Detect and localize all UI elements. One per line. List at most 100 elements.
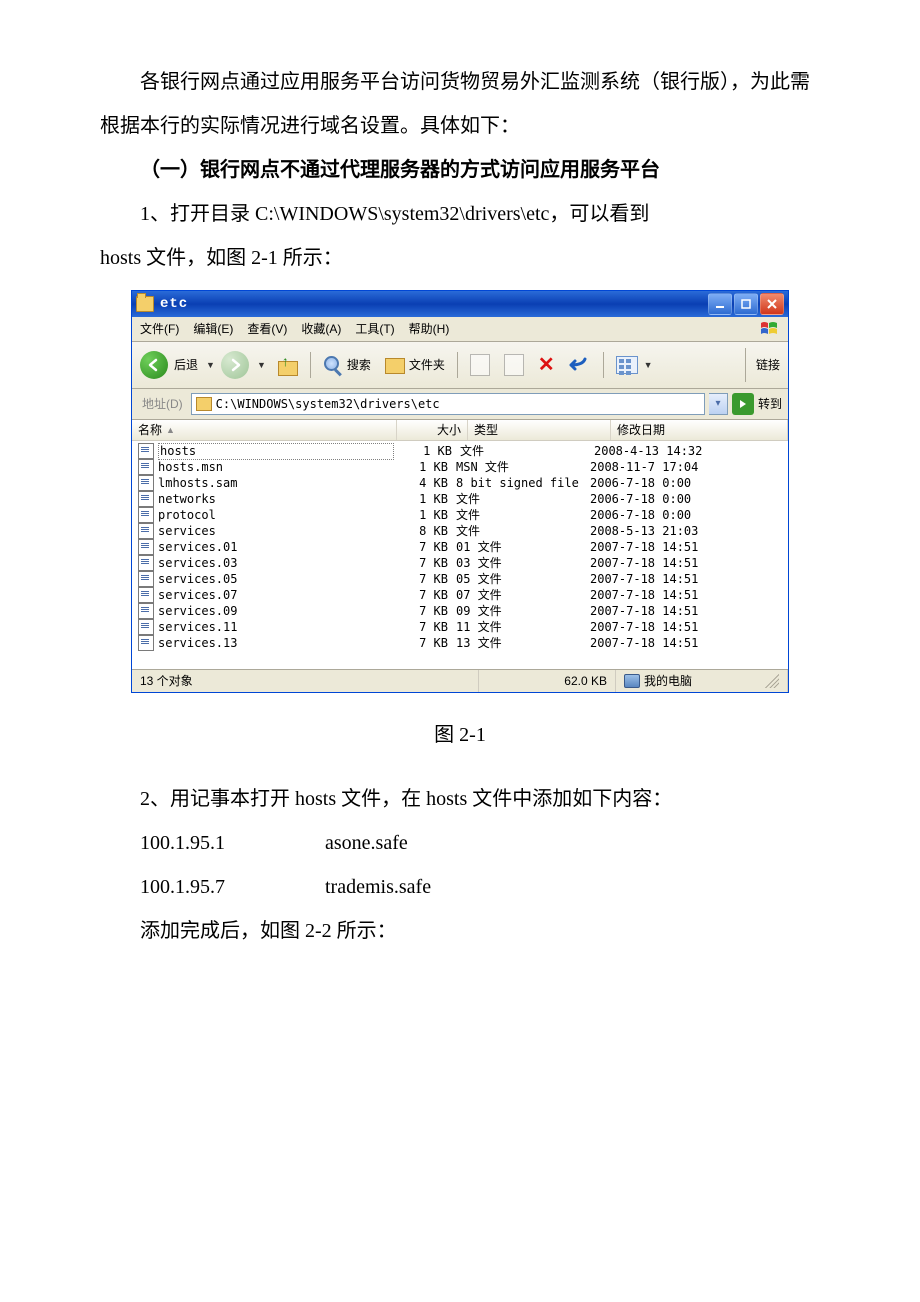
- file-row[interactable]: networks1 KB文件2006-7-18 0:00: [132, 491, 788, 507]
- go-label[interactable]: 转到: [758, 397, 782, 411]
- header-type[interactable]: 类型: [468, 420, 611, 440]
- file-row[interactable]: services.037 KB03 文件2007-7-18 14:51: [132, 555, 788, 571]
- file-type: 01 文件: [448, 540, 586, 554]
- menu-view[interactable]: 查看(V): [247, 322, 287, 336]
- file-type: 文件: [448, 492, 586, 506]
- file-row[interactable]: services.057 KB05 文件2007-7-18 14:51: [132, 571, 788, 587]
- path-text: C:\WINDOWS\system32\drivers\etc: [255, 203, 549, 225]
- file-icon: [138, 603, 154, 619]
- file-icon: [138, 443, 154, 459]
- file-row[interactable]: hosts1 KB文件2008-4-13 14:32: [132, 443, 788, 459]
- menu-edit[interactable]: 编辑(E): [193, 322, 233, 336]
- links-label[interactable]: 链接: [745, 348, 780, 382]
- resize-grip[interactable]: [765, 674, 779, 688]
- file-size: 1 KB: [390, 492, 448, 506]
- file-size: 7 KB: [390, 604, 448, 618]
- delete-button[interactable]: ✕: [534, 351, 559, 379]
- up-folder-icon: ↑: [276, 354, 298, 376]
- file-name: services.05: [158, 572, 390, 586]
- maximize-button[interactable]: [734, 293, 758, 315]
- file-name: hosts.msn: [158, 460, 390, 474]
- computer-icon: [624, 674, 640, 688]
- go-button[interactable]: [732, 393, 754, 415]
- minimize-button[interactable]: [708, 293, 732, 315]
- file-type: 8 bit signed file: [448, 476, 586, 490]
- back-button[interactable]: [140, 351, 168, 379]
- file-name: services.01: [158, 540, 390, 554]
- file-size: 7 KB: [390, 636, 448, 650]
- file-date: 2007-7-18 14:51: [586, 572, 782, 586]
- file-type: 03 文件: [448, 556, 586, 570]
- file-date: 2007-7-18 14:51: [586, 588, 782, 602]
- file-icon: [138, 555, 154, 571]
- file-icon: [138, 507, 154, 523]
- separator: [603, 352, 604, 378]
- text: hosts 文件，如图 2-1 所示：: [100, 247, 343, 269]
- file-type: 09 文件: [448, 604, 586, 618]
- ip: 100.1.95.7: [140, 876, 225, 898]
- file-date: 2006-7-18 0:00: [586, 492, 782, 506]
- file-name: services.13: [158, 636, 390, 650]
- folders-button[interactable]: 文件夹: [381, 354, 449, 376]
- heading-section-1: （一）银行网点不通过代理服务器的方式访问应用服务平台: [100, 148, 820, 192]
- file-type: 05 文件: [448, 572, 586, 586]
- file-date: 2008-5-13 21:03: [586, 524, 782, 538]
- file-row[interactable]: services.137 KB13 文件2007-7-18 14:51: [132, 635, 788, 651]
- file-row[interactable]: services.117 KB11 文件2007-7-18 14:51: [132, 619, 788, 635]
- address-bar: 地址(D) C:\WINDOWS\system32\drivers\etc ▾ …: [132, 389, 788, 420]
- folders-icon: [385, 356, 405, 374]
- file-type: MSN 文件: [448, 460, 586, 474]
- views-button[interactable]: ▼: [612, 354, 657, 376]
- forward-dropdown-icon[interactable]: ▼: [257, 360, 266, 371]
- file-row[interactable]: hosts.msn1 KBMSN 文件2008-11-7 17:04: [132, 459, 788, 475]
- titlebar[interactable]: etc: [132, 291, 788, 317]
- file-size: 7 KB: [390, 540, 448, 554]
- file-date: 2008-4-13 14:32: [590, 444, 782, 458]
- menu-file[interactable]: 文件(F): [140, 322, 179, 336]
- undo-button[interactable]: [565, 353, 595, 377]
- menu-favorites[interactable]: 收藏(A): [301, 322, 341, 336]
- hosts-entry-1: 100.1.95.1 asone.safe: [100, 821, 820, 865]
- file-size: 7 KB: [390, 556, 448, 570]
- folder-icon: [136, 296, 154, 312]
- header-date[interactable]: 修改日期: [611, 420, 788, 440]
- address-dropdown[interactable]: ▾: [709, 393, 728, 415]
- file-type: 文件: [452, 444, 590, 458]
- file-type: 11 文件: [448, 620, 586, 634]
- file-date: 2007-7-18 14:51: [586, 540, 782, 554]
- search-button[interactable]: 搜索: [319, 353, 375, 377]
- file-row[interactable]: services.017 KB01 文件2007-7-18 14:51: [132, 539, 788, 555]
- header-name[interactable]: 名称▲: [132, 420, 397, 440]
- paragraph-after-add: 添加完成后，如图 2-2 所示：: [100, 909, 820, 953]
- paragraph-intro: 各银行网点通过应用服务平台访问货物贸易外汇监测系统（银行版），为此需根据本行的实…: [100, 60, 820, 148]
- file-name: networks: [158, 492, 390, 506]
- header-size[interactable]: 大小: [397, 420, 468, 440]
- move-to-button[interactable]: [466, 352, 494, 378]
- file-date: 2006-7-18 0:00: [586, 508, 782, 522]
- file-row[interactable]: services.097 KB09 文件2007-7-18 14:51: [132, 603, 788, 619]
- hostname: asone.safe: [325, 832, 408, 854]
- toolbar: 后退 ▼ ▼ ↑ 搜索 文件夹 ✕ ▼ 链接: [132, 342, 788, 389]
- back-label[interactable]: 后退: [174, 358, 198, 372]
- file-date: 2007-7-18 14:51: [586, 636, 782, 650]
- file-row[interactable]: protocol1 KB文件2006-7-18 0:00: [132, 507, 788, 523]
- forward-button[interactable]: [221, 351, 249, 379]
- file-list: hosts1 KB文件2008-4-13 14:32hosts.msn1 KBM…: [132, 441, 788, 669]
- file-date: 2008-11-7 17:04: [586, 460, 782, 474]
- menu-tools[interactable]: 工具(T): [355, 322, 394, 336]
- file-row[interactable]: lmhosts.sam4 KB8 bit signed file2006-7-1…: [132, 475, 788, 491]
- menu-help[interactable]: 帮助(H): [409, 322, 450, 336]
- file-row[interactable]: services.077 KB07 文件2007-7-18 14:51: [132, 587, 788, 603]
- file-row[interactable]: services8 KB文件2008-5-13 21:03: [132, 523, 788, 539]
- up-button[interactable]: ↑: [272, 352, 302, 378]
- column-headers: 名称▲ 大小 类型 修改日期: [132, 420, 788, 441]
- ip: 100.1.95.1: [140, 832, 225, 854]
- window-title: etc: [160, 296, 188, 313]
- file-name: services.11: [158, 620, 390, 634]
- close-button[interactable]: [760, 293, 784, 315]
- explorer-window: etc 文件(F) 编辑(E) 查看(V) 收藏(A) 工具(T) 帮助(H) …: [131, 290, 789, 693]
- address-input[interactable]: C:\WINDOWS\system32\drivers\etc: [191, 393, 705, 415]
- back-dropdown-icon[interactable]: ▼: [206, 360, 215, 371]
- copy-to-button[interactable]: [500, 352, 528, 378]
- delete-x-icon: ✕: [538, 353, 555, 377]
